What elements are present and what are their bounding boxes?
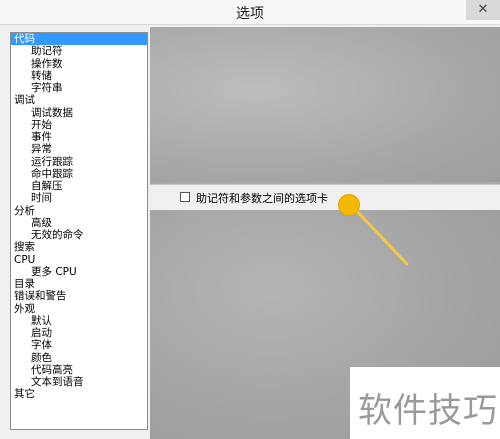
tree-item[interactable]: 启动 xyxy=(11,327,147,339)
close-icon: ✕ xyxy=(477,2,489,17)
title-bar: 选项 ✕ xyxy=(0,0,500,25)
tree-item[interactable]: 助记符 xyxy=(11,45,147,57)
tree-item[interactable]: 开始 xyxy=(11,119,147,131)
watermark-text: 软件技巧 xyxy=(358,391,498,431)
tree-item[interactable]: 时间 xyxy=(11,192,147,204)
close-button[interactable]: ✕ xyxy=(466,0,500,20)
tree-item[interactable]: 事件 xyxy=(11,131,147,143)
tab-between-mnemonic-and-args-label[interactable]: 助记符和参数之间的选项卡 xyxy=(196,190,328,206)
tree-item[interactable]: 转储 xyxy=(11,70,147,82)
window-title: 选项 xyxy=(236,6,264,22)
tree-item[interactable]: 无效的命令 xyxy=(11,229,147,241)
tree-item[interactable]: 高级 xyxy=(11,217,147,229)
watermark: 软件技巧 xyxy=(350,367,500,439)
tree-item[interactable]: 代码高亮 xyxy=(11,364,147,376)
options-tree[interactable]: 代码 助记符 操作数 转储 字符串 调试 调试数据 开始 事件 异常 运行跟踪 命中跟踪 自解压 时间 分析… xyxy=(10,32,148,430)
tree-item[interactable]: 代码 xyxy=(11,33,147,46)
tree-item[interactable]: 其它 xyxy=(11,388,147,400)
tree-item[interactable]: 颜色 xyxy=(11,352,147,364)
tree-item[interactable]: 字符串 xyxy=(11,82,147,94)
cursor-highlight-dot xyxy=(338,194,360,216)
tree-item[interactable]: 更多 CPU xyxy=(11,266,147,278)
tree-item[interactable]: 字体 xyxy=(11,339,147,351)
tree-item[interactable]: 文本到语音 xyxy=(11,376,147,388)
tree-item[interactable]: 运行跟踪 xyxy=(11,156,147,168)
tree-item[interactable]: 搜索 xyxy=(11,241,147,253)
tree-item[interactable]: CPU xyxy=(11,254,147,266)
tree-item[interactable]: 自解压 xyxy=(11,180,147,192)
tab-between-mnemonic-and-args-checkbox[interactable] xyxy=(180,192,190,202)
tree-item[interactable]: 分析 xyxy=(11,205,147,217)
option-row: 助记符和参数之间的选项卡 xyxy=(150,184,500,211)
tree-item[interactable]: 异常 xyxy=(11,143,147,155)
tree-item[interactable]: 操作数 xyxy=(11,58,147,70)
tree-item[interactable]: 调试数据 xyxy=(11,107,147,119)
tree-item[interactable]: 外观 xyxy=(11,303,147,315)
tree-item[interactable]: 默认 xyxy=(11,315,147,327)
options-dialog: 选项 ✕ 代码 助记符 操作数 转储 字符串 调试 调试数据 开始 事件 异常 运行跟踪 命中跟踪 自解… xyxy=(0,0,500,439)
tree-item[interactable]: 调试 xyxy=(11,94,147,106)
tree-item[interactable]: 命中跟踪 xyxy=(11,168,147,180)
blurred-region-top xyxy=(150,27,500,182)
tree-item[interactable]: 错误和警告 xyxy=(11,290,147,302)
tree-item[interactable]: 目录 xyxy=(11,278,147,290)
